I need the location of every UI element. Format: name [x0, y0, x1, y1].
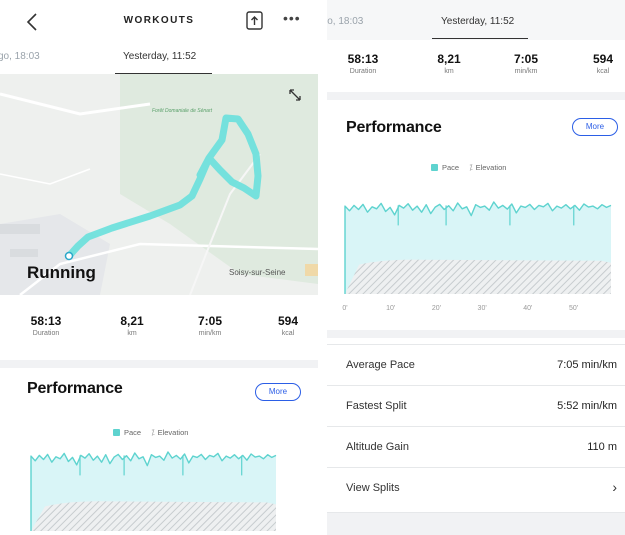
- performance-chart: 0' 10' 20' 30' 40' 50': [342, 201, 612, 312]
- section-divider: [327, 92, 625, 100]
- chevron-right-icon: ›: [612, 479, 617, 495]
- metric-altitude-gain: Altitude Gain 110 m: [327, 426, 625, 467]
- share-icon[interactable]: [244, 9, 266, 33]
- x-tick-label: 30': [478, 305, 487, 312]
- workout-screen-left: WORKOUTS ••• go, 18:03 Yesterday, 11:52 …: [0, 0, 318, 535]
- map-place-label: Soisy-sur-Seine: [229, 268, 286, 277]
- stat-distance: 8,21 km: [120, 314, 144, 337]
- stat-duration: 58:13 Duration: [347, 52, 379, 75]
- bottom-divider: [327, 512, 625, 535]
- section-divider: [327, 330, 625, 338]
- route-map[interactable]: Forêt Domaniale de Sénart Running Soisy-…: [0, 74, 318, 295]
- performance-more-button[interactable]: More: [255, 383, 301, 401]
- tab-previous-workout[interactable]: jo, 18:03: [327, 16, 363, 27]
- stat-duration: 58:13 Duration: [30, 314, 62, 337]
- chart-legend: Pace ⁒ Elevation: [431, 163, 506, 172]
- tab-current-workout[interactable]: Yesterday, 11:52: [123, 51, 196, 62]
- page-title: WORKOUTS: [123, 15, 195, 26]
- expand-map-icon[interactable]: [287, 87, 303, 103]
- workout-stats: 58:13 Duration 8,21 km 7:05 min/km 594 kcal: [0, 314, 318, 354]
- workout-stats-right: 58:13 Duration 8,21 km 7:05 min/km 594 kcal: [327, 52, 625, 92]
- elevation-legend-icon: ⁒: [151, 428, 155, 437]
- x-tick-label: 50': [569, 305, 578, 312]
- stat-calories: 594 kcal: [592, 52, 614, 75]
- stat-calories: 594 kcal: [277, 314, 299, 337]
- elevation-legend-icon: ⁒: [469, 163, 473, 172]
- tab-current-workout[interactable]: Yesterday, 11:52: [441, 16, 514, 27]
- section-divider: [0, 360, 318, 368]
- performance-chart: [30, 451, 277, 531]
- elevation-area: [31, 501, 276, 531]
- workout-tabs: go, 18:03 Yesterday, 11:52: [0, 40, 318, 74]
- tab-previous-workout[interactable]: go, 18:03: [0, 51, 40, 62]
- chart-legend: Pace ⁒ Elevation: [113, 428, 188, 437]
- stat-pace: 7:05 min/km: [513, 52, 539, 75]
- pace-legend-swatch: [113, 429, 120, 436]
- view-splits-row[interactable]: View Splits ›: [327, 467, 625, 508]
- pace-legend-label: Pace: [442, 163, 460, 172]
- x-tick-label: 0': [342, 305, 347, 312]
- performance-more-button[interactable]: More: [572, 118, 618, 136]
- performance-title: Performance: [346, 119, 442, 136]
- workout-tabs-right: jo, 18:03 Yesterday, 11:52: [327, 0, 625, 39]
- workout-screen-right: jo, 18:03 Yesterday, 11:52 58:13 Duration…: [327, 0, 625, 535]
- x-tick-label: 40': [523, 305, 532, 312]
- stat-distance: 8,21 km: [437, 52, 461, 75]
- active-tab-indicator: [432, 38, 528, 39]
- map-forest-label: Forêt Domaniale de Sénart: [151, 108, 213, 114]
- stat-pace: 7:05 min/km: [197, 314, 223, 337]
- x-tick-label: 20': [432, 305, 441, 312]
- top-bar: WORKOUTS •••: [0, 0, 318, 44]
- elevation-legend-label: Elevation: [475, 163, 507, 172]
- elevation-area: [345, 259, 611, 294]
- x-tick-label: 10': [386, 305, 395, 312]
- metric-fastest-split: Fastest Split 5:52 min/km: [327, 385, 625, 426]
- performance-title: Performance: [27, 380, 123, 397]
- more-options-icon[interactable]: •••: [283, 10, 305, 30]
- pace-legend-swatch: [431, 164, 438, 171]
- metric-average-pace: Average Pace 7:05 min/km: [327, 344, 625, 385]
- pace-legend-label: Pace: [124, 428, 142, 437]
- elevation-legend-label: Elevation: [157, 428, 189, 437]
- activity-type: Running: [27, 263, 96, 282]
